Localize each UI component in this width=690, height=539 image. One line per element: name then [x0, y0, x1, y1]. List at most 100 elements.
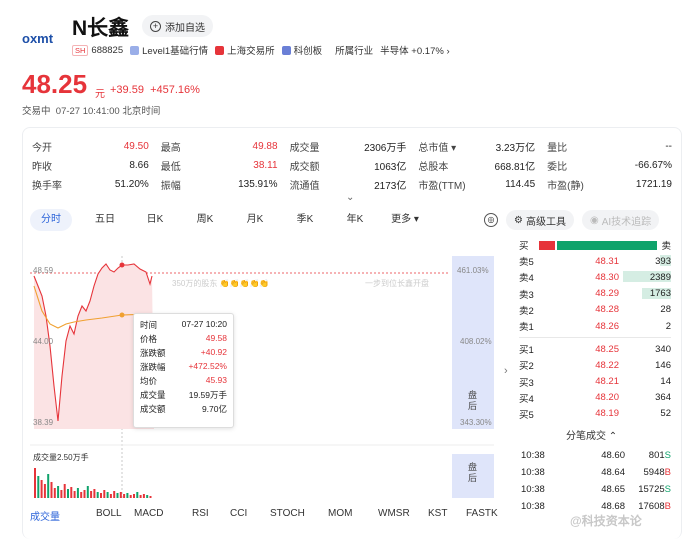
board-tag[interactable]: 科创板 — [281, 43, 322, 57]
trade-price: 48.68 — [601, 501, 625, 512]
ai-tracking-button[interactable]: ◉ AI技术追踪 — [581, 210, 660, 230]
trade-volume: 15725S — [638, 484, 671, 495]
trade-side: B — [664, 501, 671, 512]
flag-icon — [215, 46, 225, 55]
collapse-arrow-icon[interactable]: › — [504, 365, 508, 377]
add-watchlist-button[interactable]: + 添加自选 — [142, 15, 213, 37]
indicator-fastk[interactable]: FASTK — [466, 508, 506, 523]
trade-row: 10:38 48.65 15725S — [521, 481, 671, 498]
stats-table: 今开 49.50 最高 49.88 成交量 2306万手 总市值 ▾ 3.23万亿 量比 -- 昨收… — [32, 137, 672, 194]
chevron-right-icon: › — [446, 46, 450, 57]
indicator-tabs: 成交量 BOLL MACD RSI CCI STOCH MOM WMSR KST FASTK — [30, 508, 506, 523]
indicator-rsi[interactable]: RSI — [192, 508, 230, 523]
level-price: 48.30 — [595, 271, 619, 283]
orderbook-row[interactable]: 卖5 48.31 393 — [519, 253, 671, 269]
advanced-tools-button[interactable]: ⚙ 高级工具 — [506, 210, 574, 230]
orderbook-row[interactable]: 买4 48.20 364 — [519, 390, 671, 406]
volume-bar — [142, 494, 145, 498]
level-price: 48.21 — [595, 376, 619, 388]
level-price: 48.29 — [595, 288, 619, 300]
tab-1[interactable]: 五日 — [80, 209, 130, 231]
tooltip-label: 成交量 — [140, 390, 166, 400]
indicator-mom[interactable]: MOM — [328, 508, 378, 523]
orderbook-row[interactable]: 买5 48.19 52 — [519, 406, 671, 422]
orderbook-row[interactable]: 买2 48.22 146 — [519, 357, 671, 373]
orderbook-row[interactable]: 买1 48.25 340 — [519, 341, 671, 357]
level-volume: 393 — [655, 255, 671, 267]
stat-value: 8.66 — [129, 160, 149, 171]
indicator-cci[interactable]: CCI — [230, 508, 270, 523]
level-label: 卖4 — [519, 273, 534, 285]
level-label: 买1 — [519, 345, 534, 357]
level-volume: 2 — [665, 320, 671, 332]
indicator-成交量[interactable]: 成交量 — [30, 508, 96, 523]
trade-volume: 801S — [648, 450, 671, 461]
volume-bar — [40, 480, 43, 498]
add-watchlist-label: 添加自选 — [165, 22, 205, 34]
indicator-boll[interactable]: BOLL — [96, 508, 134, 523]
target-icon[interactable]: ◎ — [484, 213, 498, 227]
tab-7[interactable]: 更多 ▾ — [380, 209, 430, 231]
stat-value: -66.67% — [634, 160, 672, 171]
trade-row: 10:38 48.60 801S — [521, 447, 671, 464]
stat-label: 流通值 — [289, 181, 320, 192]
tab-2[interactable]: 日K — [130, 209, 180, 231]
orderbook-row[interactable]: 卖3 48.29 1763 — [519, 286, 671, 302]
level-price: 48.25 — [595, 343, 619, 355]
level1-tag[interactable]: Level1基础行情 — [130, 43, 208, 57]
trade-time: 10:38 — [521, 450, 545, 461]
stat-value: 1063亿 — [374, 162, 407, 173]
avg-point — [119, 312, 125, 318]
indicator-kst[interactable]: KST — [428, 508, 466, 523]
tab-6[interactable]: 年K — [330, 209, 380, 231]
stat-label: 市盈(静) — [547, 181, 584, 192]
price-change: +39.59 +457.16% — [110, 84, 200, 96]
volume-bar — [136, 492, 139, 498]
orderbook-row[interactable]: 卖4 48.30 2389 — [519, 269, 671, 285]
stat-value: -- — [665, 141, 672, 152]
stat-label: 总股本 — [418, 162, 449, 173]
level-volume: 52 — [660, 408, 671, 420]
stats-row: 昨收 8.66 最低 38.11 成交额 1063亿 总股本 668.81亿 委比 -66.67% — [32, 156, 672, 175]
volume-bar — [129, 495, 132, 498]
indicator-stoch[interactable]: STOCH — [270, 508, 328, 523]
level-price: 48.20 — [595, 392, 619, 404]
tooltip-row: 成交量 19.59万手 — [140, 389, 227, 403]
y-label-high: 48.59 — [33, 266, 54, 275]
tab-3[interactable]: 周K — [180, 209, 230, 231]
intraday-chart[interactable] — [30, 256, 500, 506]
orderbook-row[interactable]: 卖2 48.28 28 — [519, 302, 671, 318]
level-label: 买5 — [519, 409, 534, 421]
tooltip-label: 均价 — [140, 376, 158, 386]
volume-bar — [63, 484, 66, 498]
order-book: 买 卖 卖5 48.31 393 卖4 48.30 2389 卖3 48.29 1763 卖2 48… — [519, 237, 671, 422]
tooltip-row: 成交额 9.70亿 — [140, 403, 227, 417]
after-hours-volume-label: 盘后 — [468, 462, 478, 483]
expand-icon[interactable]: ⌄ — [346, 192, 354, 203]
volume-bar — [57, 486, 60, 498]
level-volume: 146 — [655, 359, 671, 371]
tab-4[interactable]: 月K — [230, 209, 280, 231]
tooltip-value: 9.70亿 — [201, 404, 227, 414]
orderbook-row[interactable]: 买3 48.21 14 — [519, 374, 671, 390]
exchange-tag[interactable]: 上海交易所 — [215, 43, 275, 57]
volume-bar — [123, 494, 126, 498]
industry-label: 所属行业 — [335, 46, 374, 57]
stats-row: 今开 49.50 最高 49.88 成交量 2306万手 总市值 ▾ 3.23万亿 量比 -- — [32, 137, 672, 156]
tab-5[interactable]: 季K — [280, 209, 330, 231]
volume-bar — [106, 492, 109, 498]
stat-value: 2173亿 — [374, 181, 407, 192]
indicator-macd[interactable]: MACD — [134, 508, 192, 523]
orderbook-row[interactable]: 卖1 48.26 2 — [519, 318, 671, 334]
volume-bar — [43, 484, 46, 498]
stat-label: 成交额 — [289, 162, 320, 173]
sell-label: 卖 — [661, 241, 671, 253]
volume-bar — [113, 491, 116, 498]
stat-label[interactable]: 总市值 ▾ — [418, 137, 474, 156]
industry-link[interactable]: 半导体 +0.17% › — [380, 43, 449, 57]
tick-trades-toggle[interactable]: 分笔成交 ⌃ — [566, 427, 617, 442]
tab-0[interactable]: 分时 — [30, 209, 72, 231]
indicator-wmsr[interactable]: WMSR — [378, 508, 428, 523]
stat-value: 49.88 — [252, 141, 278, 152]
trade-side: S — [664, 484, 671, 495]
